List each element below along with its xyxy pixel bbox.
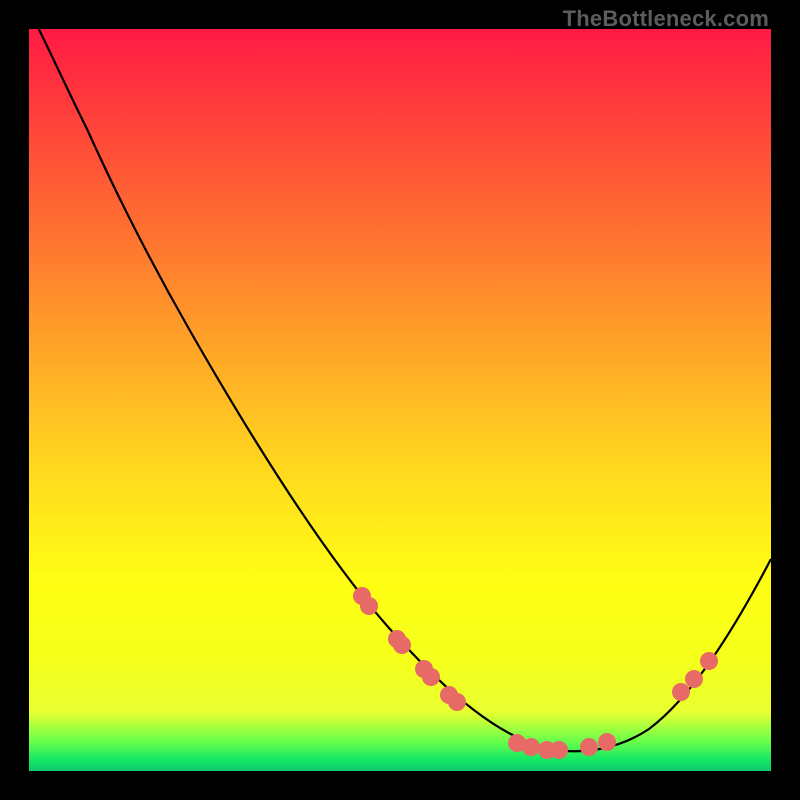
chart-svg xyxy=(29,29,771,771)
curve-marker xyxy=(550,741,568,759)
chart-area xyxy=(29,29,771,771)
curve-marker xyxy=(598,733,616,751)
watermark-text: TheBottleneck.com xyxy=(563,6,769,32)
curve-marker xyxy=(360,597,378,615)
curve-marker xyxy=(700,652,718,670)
curve-marker xyxy=(672,683,690,701)
curve-marker xyxy=(393,636,411,654)
curve-marker xyxy=(448,693,466,711)
curve-marker xyxy=(685,670,703,688)
curve-marker xyxy=(522,738,540,756)
curve-marker xyxy=(580,738,598,756)
curve-marker xyxy=(422,668,440,686)
curve-markers xyxy=(353,587,718,759)
